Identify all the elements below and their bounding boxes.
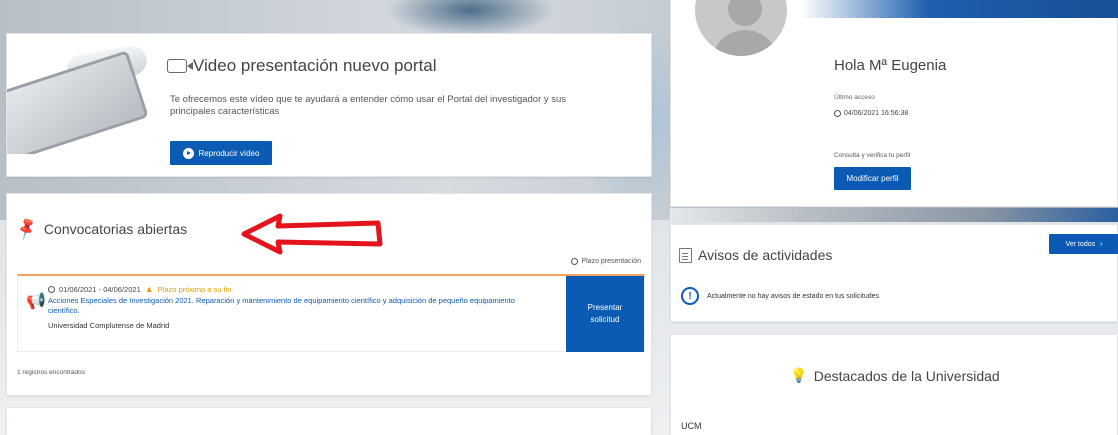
profile-banner bbox=[801, 0, 1118, 18]
info-icon: ! bbox=[681, 287, 699, 305]
view-all-label: Ver todos bbox=[1065, 240, 1096, 248]
destacados-item-ucm[interactable]: UCM bbox=[681, 421, 702, 431]
item-dates-text: 01/06/2021 - 04/06/2021 bbox=[59, 284, 141, 294]
last-access-date: 04/06/2021 16:56:38 bbox=[834, 110, 908, 117]
profile-hint: Consulta y verifica tu perfil bbox=[834, 152, 911, 159]
item-dates: 01/06/2021 - 04/06/2021 ▲ Plazo próximo … bbox=[48, 284, 231, 294]
avatar[interactable] bbox=[691, 0, 791, 60]
play-icon bbox=[182, 147, 194, 159]
megaphone-icon: 📢 bbox=[26, 293, 46, 310]
convocatorias-title: 📌 Convocatorias abiertas bbox=[14, 217, 188, 242]
profile-card: Hola Mª Eugenia Último acceso 04/06/2021… bbox=[670, 0, 1118, 207]
last-access-label: Último acceso bbox=[834, 94, 875, 101]
convocatoria-item: 📢 01/06/2021 - 04/06/2021 ▲ Plazo próxim… bbox=[17, 274, 645, 352]
document-icon bbox=[679, 247, 692, 263]
clock-icon bbox=[48, 285, 55, 293]
destacados-card: 💡 Destacados de la Universidad UCM bbox=[670, 334, 1118, 435]
present-application-button[interactable]: Presentar solicitud bbox=[566, 276, 644, 352]
records-count: 1 registros encontrados bbox=[17, 369, 85, 376]
chevron-right-icon: › bbox=[1100, 240, 1103, 248]
present-label-1: Presentar bbox=[587, 303, 623, 312]
video-description: Te ofrecemos este vídeo que te ayudará a… bbox=[170, 94, 567, 117]
pin-icon: 📌 bbox=[14, 217, 41, 242]
convocatorias-title-text: Convocatorias abiertas bbox=[43, 221, 188, 237]
avisos-card: Avisos de actividades Ver todos › ! Actu… bbox=[670, 224, 1118, 322]
decorative-strip bbox=[670, 208, 1118, 222]
play-video-button[interactable]: Reproducir vídeo bbox=[170, 141, 272, 165]
tablet-image bbox=[7, 44, 147, 154]
avisos-title: Avisos de actividades bbox=[679, 247, 832, 263]
next-card bbox=[6, 407, 652, 435]
greeting: Hola Mª Eugenia bbox=[834, 57, 947, 74]
view-all-button[interactable]: Ver todos › bbox=[1049, 234, 1118, 254]
plazo-label-text: Plazo presentación bbox=[581, 258, 641, 265]
modify-profile-button[interactable]: Modificar perfil bbox=[834, 167, 911, 190]
play-video-label: Reproducir vídeo bbox=[198, 148, 260, 158]
last-access-value: 04/06/2021 16:56:38 bbox=[844, 110, 909, 117]
destacados-title-text: Destacados de la Universidad bbox=[813, 367, 1000, 384]
video-title-text: Video presentación nuevo portal bbox=[193, 56, 437, 75]
clock-icon bbox=[571, 258, 579, 265]
lightbulb-icon: 💡 bbox=[790, 367, 808, 383]
present-label-2: solicitud bbox=[590, 315, 620, 324]
video-title: Video presentación nuevo portal bbox=[167, 56, 437, 76]
item-warning: Plazo próximo a su fin bbox=[157, 284, 232, 294]
avisos-message-text: Actualmente no hay avisos de estado en t… bbox=[707, 292, 879, 300]
item-organization: Universidad Complutense de Madrid bbox=[48, 321, 170, 330]
video-camera-icon bbox=[167, 59, 193, 73]
plazo-label: Plazo presentación bbox=[571, 258, 641, 265]
clock-icon bbox=[834, 110, 841, 117]
avisos-message: ! Actualmente no hay avisos de estado en… bbox=[681, 287, 879, 305]
convocatoria-link[interactable]: Acciones Especiales de Investigación 202… bbox=[48, 296, 548, 316]
red-arrow-annotation bbox=[241, 213, 383, 255]
destacados-title: 💡 Destacados de la Universidad bbox=[671, 367, 1118, 384]
avisos-title-text: Avisos de actividades bbox=[698, 247, 833, 263]
video-card: Video presentación nuevo portal Te ofrec… bbox=[6, 33, 652, 177]
warning-icon: ▲ bbox=[144, 284, 154, 294]
